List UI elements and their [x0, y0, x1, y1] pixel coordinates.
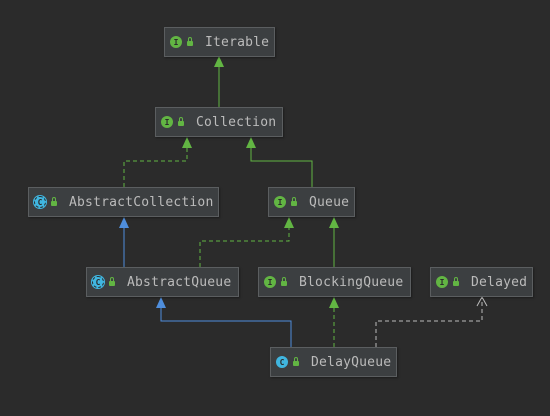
edge-abstractqueue-abstractcollection	[119, 217, 129, 267]
edge-delayqueue-abstractqueue	[156, 297, 292, 347]
edge-delayqueue-delayed	[375, 295, 488, 347]
lock-icon	[187, 37, 193, 46]
node-collection[interactable]: I Collection	[155, 107, 283, 137]
edge-blockingqueue-queue	[329, 217, 339, 267]
interface-icon: I	[274, 196, 286, 208]
abstract-class-icon: C	[91, 275, 105, 289]
node-label: Queue	[309, 194, 350, 210]
lock-icon	[281, 277, 287, 286]
node-label: AbstractCollection	[69, 194, 214, 210]
node-label: AbstractQueue	[127, 274, 232, 290]
node-abstract-queue[interactable]: C AbstractQueue	[86, 267, 239, 297]
interface-icon: I	[264, 276, 276, 288]
node-abstract-collection[interactable]: C AbstractCollection	[28, 187, 219, 217]
node-label: DelayQueue	[311, 354, 392, 370]
lock-icon	[109, 277, 115, 286]
node-label: BlockingQueue	[299, 274, 404, 290]
edge-abstractqueue-queue	[199, 217, 294, 267]
edge-collection-iterable	[214, 56, 224, 107]
node-label: Delayed	[471, 274, 528, 290]
lock-icon	[453, 277, 459, 286]
uml-diagram-canvas: I Iterable I Collection C AbstractCollec…	[0, 0, 550, 416]
node-blocking-queue[interactable]: I BlockingQueue	[258, 267, 411, 297]
lock-icon	[51, 197, 57, 206]
node-label: Collection	[196, 114, 277, 130]
edge-delayqueue-blockingqueue	[329, 297, 339, 347]
interface-icon: I	[436, 276, 448, 288]
edge-abstractcollection-collection	[123, 137, 192, 187]
interface-icon: I	[161, 116, 173, 128]
interface-icon: I	[170, 36, 182, 48]
lock-icon	[178, 117, 184, 126]
lock-icon	[291, 197, 297, 206]
edge-queue-collection	[246, 137, 313, 187]
node-queue[interactable]: I Queue	[268, 187, 355, 217]
node-delayed[interactable]: I Delayed	[430, 267, 533, 297]
lock-icon	[293, 357, 299, 366]
class-icon: C	[276, 356, 288, 368]
node-iterable[interactable]: I Iterable	[164, 27, 275, 57]
abstract-class-icon: C	[33, 195, 47, 209]
node-delay-queue[interactable]: C DelayQueue	[270, 347, 397, 377]
node-label: Iterable	[205, 34, 270, 50]
